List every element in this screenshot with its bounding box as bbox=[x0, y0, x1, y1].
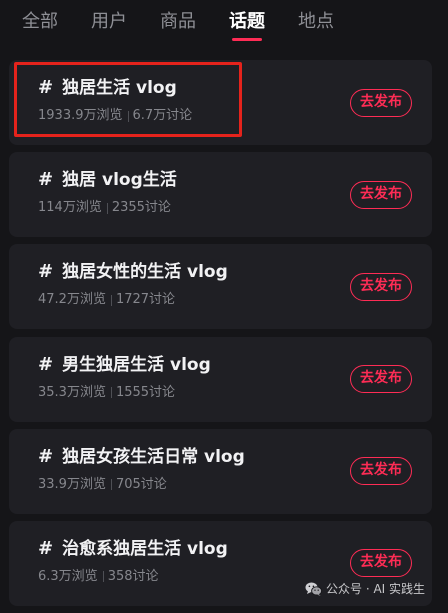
tab-label: 商品 bbox=[160, 11, 196, 32]
topic-discussions: 2355讨论 bbox=[111, 200, 171, 216]
stats-divider bbox=[102, 571, 104, 583]
topic-title: 治愈系独居生活 vlog bbox=[62, 538, 228, 559]
publish-button[interactable]: 去发布 bbox=[350, 272, 412, 301]
topic-discussions: 358讨论 bbox=[107, 568, 159, 584]
topic-card[interactable]: # 独居 vlog生活 114万浏览 2355讨论 去发布 bbox=[9, 152, 432, 238]
topic-stats: 114万浏览 2355讨论 bbox=[38, 199, 171, 217]
topic-title: 独居女孩生活日常 vlog bbox=[62, 446, 245, 467]
topic-hash-symbol: # bbox=[38, 169, 54, 191]
publish-button[interactable]: 去发布 bbox=[350, 457, 412, 486]
tab-all[interactable]: 全部 bbox=[22, 0, 58, 46]
topic-card[interactable]: # 独居女孩生活日常 vlog 33.9万浏览 705讨论 去发布 bbox=[9, 428, 432, 514]
stats-divider bbox=[110, 387, 112, 399]
topic-title: 独居 vlog生活 bbox=[62, 170, 177, 191]
topic-hash-symbol: # bbox=[38, 537, 54, 559]
watermark: 公众号 · AI 实践生 bbox=[305, 581, 425, 597]
active-tab-indicator bbox=[232, 38, 262, 41]
wechat-icon bbox=[305, 582, 322, 596]
topic-title: 男生独居生活 vlog bbox=[62, 354, 211, 375]
topic-card[interactable]: # 独居生活 vlog 1933.9万浏览 6.7万讨论 去发布 bbox=[9, 60, 432, 145]
topic-discussions: 6.7万讨论 bbox=[132, 108, 193, 123]
tab-label: 用户 bbox=[91, 11, 127, 32]
publish-button[interactable]: 去发布 bbox=[350, 180, 412, 209]
tab-bar: 全部 用户 商品 话题 地点 bbox=[0, 0, 448, 46]
topic-stats: 1933.9万浏览 6.7万讨论 bbox=[38, 107, 192, 125]
topic-card[interactable]: # 独居女性的生活 vlog 47.2万浏览 1727讨论 去发布 bbox=[9, 244, 432, 330]
topic-hash-symbol: # bbox=[38, 445, 54, 467]
stats-divider bbox=[106, 202, 108, 214]
topic-views: 35.3万浏览 bbox=[38, 384, 106, 400]
topic-hash-symbol: # bbox=[38, 261, 54, 283]
tab-label: 地点 bbox=[298, 11, 334, 32]
tab-products[interactable]: 商品 bbox=[160, 0, 196, 46]
highlight-annotation bbox=[14, 62, 242, 137]
topic-hash-symbol: # bbox=[38, 77, 54, 98]
topic-title-row: # 治愈系独居生活 vlog bbox=[38, 538, 228, 560]
tab-users[interactable]: 用户 bbox=[91, 0, 127, 46]
topic-discussions: 1727讨论 bbox=[115, 292, 176, 308]
topic-title-row: # 独居女孩生活日常 vlog bbox=[38, 446, 245, 468]
stats-divider bbox=[110, 479, 112, 491]
tab-label: 话题 bbox=[229, 11, 265, 32]
topic-stats: 35.3万浏览 1555讨论 bbox=[38, 384, 175, 402]
topic-discussions: 1555讨论 bbox=[115, 384, 176, 400]
tab-places[interactable]: 地点 bbox=[298, 0, 334, 46]
topic-title: 独居生活 vlog bbox=[62, 78, 177, 98]
topic-title-row: # 独居生活 vlog bbox=[38, 77, 177, 99]
topic-stats: 33.9万浏览 705讨论 bbox=[38, 476, 167, 494]
topic-discussions: 705讨论 bbox=[115, 476, 167, 492]
topic-card[interactable]: # 男生独居生活 vlog 35.3万浏览 1555讨论 去发布 bbox=[9, 336, 432, 422]
publish-button[interactable]: 去发布 bbox=[350, 549, 412, 578]
topic-views: 47.2万浏览 bbox=[38, 292, 106, 308]
topic-views: 114万浏览 bbox=[38, 200, 102, 216]
publish-button[interactable]: 去发布 bbox=[350, 365, 412, 394]
topic-stats: 47.2万浏览 1727讨论 bbox=[38, 291, 175, 309]
topic-stats: 6.3万浏览 358讨论 bbox=[38, 568, 159, 586]
topic-title-row: # 独居女性的生活 vlog bbox=[38, 261, 228, 283]
topic-title-row: # 独居 vlog生活 bbox=[38, 169, 177, 191]
topic-hash-symbol: # bbox=[38, 353, 54, 375]
topic-views: 1933.9万浏览 bbox=[38, 108, 123, 123]
topic-list: # 独居生活 vlog 1933.9万浏览 6.7万讨论 去发布 # 独居 vl… bbox=[9, 60, 432, 613]
topic-title-row: # 男生独居生活 vlog bbox=[38, 354, 211, 376]
stats-divider bbox=[127, 110, 129, 122]
tab-label: 全部 bbox=[22, 11, 58, 32]
topic-title: 独居女性的生活 vlog bbox=[62, 262, 228, 283]
topic-views: 33.9万浏览 bbox=[38, 476, 106, 492]
stats-divider bbox=[110, 294, 112, 306]
publish-button[interactable]: 去发布 bbox=[350, 88, 412, 117]
watermark-text: 公众号 · AI 实践生 bbox=[326, 582, 426, 596]
tab-topics[interactable]: 话题 bbox=[229, 0, 265, 46]
topic-views: 6.3万浏览 bbox=[38, 568, 98, 584]
